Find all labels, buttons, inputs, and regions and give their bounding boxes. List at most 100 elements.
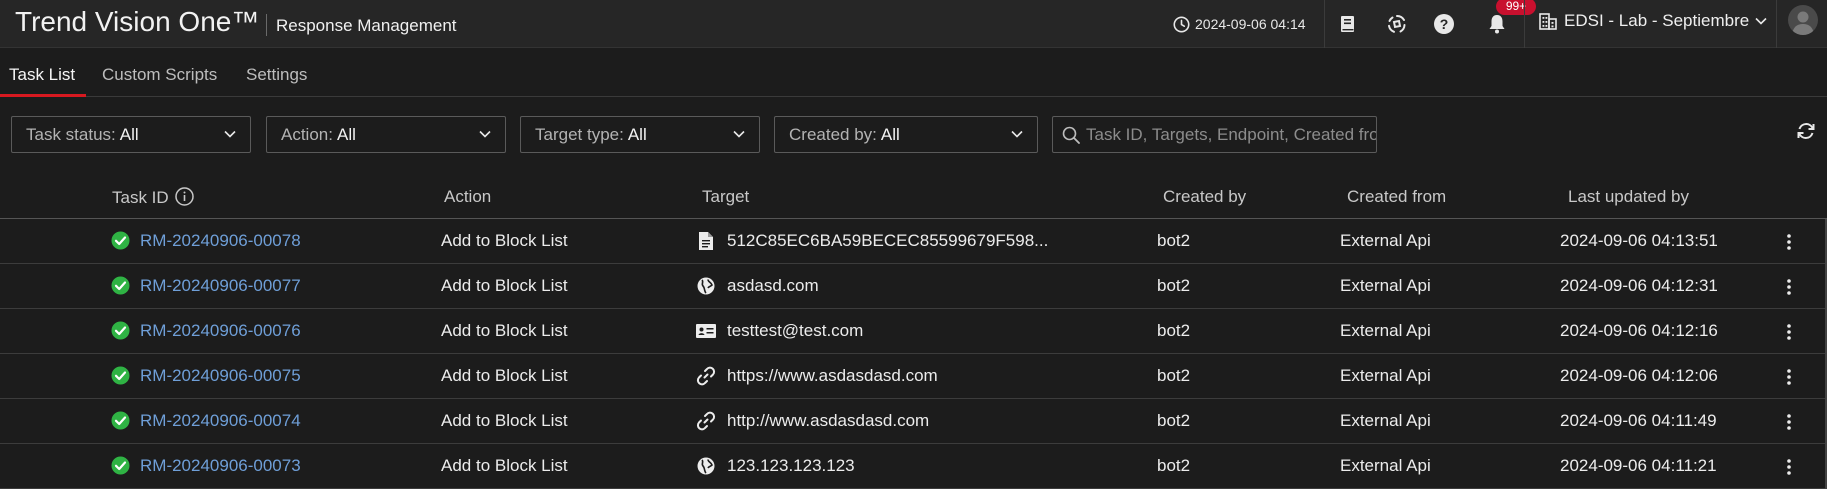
- action-cell: Add to Block List: [441, 456, 568, 475]
- brand-title[interactable]: Trend Vision One™: [15, 6, 259, 38]
- search-box[interactable]: [1052, 116, 1377, 153]
- created-by-cell: bot2: [1157, 366, 1191, 385]
- tab-bar: Task List Custom Scripts Settings: [0, 48, 1827, 97]
- app-name: Response Management: [276, 16, 457, 35]
- column-header-action[interactable]: Action: [444, 187, 491, 207]
- more-options-icon[interactable]: [1780, 366, 1798, 388]
- link-icon: [695, 411, 717, 431]
- task-id-link[interactable]: RM-20240906-00075: [140, 366, 301, 386]
- created-from-cell: External Api: [1340, 276, 1431, 295]
- table-header: Task ID Action Target Created by Created…: [0, 175, 1827, 219]
- action-cell: Add to Block List: [441, 411, 568, 430]
- help-icon[interactable]: ?: [1430, 10, 1458, 38]
- ai-assistant-icon[interactable]: [1383, 10, 1411, 38]
- success-status-icon: [111, 366, 130, 385]
- target-cell[interactable]: http://www.asdasdasd.com: [727, 411, 929, 431]
- filter-label: Target type:: [535, 124, 624, 144]
- server-time: 2024-09-06 04:14: [1173, 0, 1324, 48]
- filter-value: All: [880, 124, 900, 144]
- refresh-icon[interactable]: [1795, 120, 1817, 142]
- task-id-link[interactable]: RM-20240906-00074: [140, 411, 301, 431]
- more-options-icon[interactable]: [1780, 411, 1798, 433]
- success-status-icon: [111, 456, 130, 475]
- file-icon: [695, 231, 717, 251]
- active-tab-indicator: [0, 94, 86, 97]
- success-status-icon: [111, 276, 130, 295]
- last-updated-cell: 2024-09-06 04:11:21: [1560, 456, 1717, 475]
- divider: [1776, 0, 1777, 48]
- task-id-link[interactable]: RM-20240906-00076: [140, 321, 301, 341]
- link-icon: [695, 366, 717, 386]
- tenant-name: EDSI - Lab - Septiembre: [1564, 11, 1750, 30]
- target-cell[interactable]: testtest@test.com: [727, 321, 863, 341]
- action-cell: Add to Block List: [441, 231, 568, 250]
- timestamp: 2024-09-06 04:14: [1195, 16, 1306, 32]
- filter-task-status[interactable]: Task status: All: [11, 116, 251, 153]
- tab-custom-scripts[interactable]: Custom Scripts: [102, 65, 217, 85]
- more-options-icon[interactable]: [1780, 321, 1798, 343]
- filter-label: Task status:: [26, 124, 116, 144]
- created-from-cell: External Api: [1340, 456, 1431, 475]
- created-by-cell: bot2: [1157, 456, 1191, 475]
- table-row[interactable]: RM-20240906-00075 Add to Block List https:…: [0, 354, 1827, 399]
- success-status-icon: [111, 231, 130, 250]
- target-cell[interactable]: 123.123.123.123: [727, 456, 855, 476]
- divider: [1524, 0, 1525, 48]
- table-row[interactable]: RM-20240906-00077 Add to Block List asdasd…: [0, 264, 1827, 309]
- table-row[interactable]: RM-20240906-00073 Add to Block List 123.12…: [0, 444, 1827, 489]
- created-by-cell: bot2: [1157, 276, 1191, 295]
- action-cell: Add to Block List: [441, 366, 568, 385]
- avatar[interactable]: [1788, 5, 1818, 35]
- task-id-link[interactable]: RM-20240906-00073: [140, 456, 301, 476]
- column-header-created-from[interactable]: Created from: [1347, 187, 1446, 207]
- globe-icon: [695, 456, 717, 476]
- chevron-down-icon: [479, 130, 491, 138]
- last-updated-cell: 2024-09-06 04:12:06: [1560, 366, 1718, 385]
- success-status-icon: [111, 321, 130, 340]
- more-options-icon[interactable]: [1780, 231, 1798, 253]
- more-options-icon[interactable]: [1780, 276, 1798, 298]
- column-header-created-by[interactable]: Created by: [1163, 187, 1246, 207]
- tenant-switcher[interactable]: EDSI - Lab - Septiembre: [1538, 0, 1767, 42]
- target-cell[interactable]: 512C85EC6BA59BECEC85599679F598...: [727, 231, 1048, 251]
- table-row[interactable]: RM-20240906-00074 Add to Block List http:/…: [0, 399, 1827, 444]
- target-cell[interactable]: asdasd.com: [727, 276, 819, 296]
- clock-icon: [1173, 15, 1190, 33]
- filter-created-by[interactable]: Created by: All: [774, 116, 1038, 153]
- created-by-cell: bot2: [1157, 321, 1191, 340]
- search-icon: [1062, 126, 1080, 144]
- notification-badge[interactable]: 99+: [1496, 0, 1536, 15]
- task-id-link[interactable]: RM-20240906-00078: [140, 231, 301, 251]
- table-row[interactable]: RM-20240906-00076 Add to Block List testte…: [0, 309, 1827, 354]
- last-updated-cell: 2024-09-06 04:13:51: [1560, 231, 1718, 250]
- filter-action[interactable]: Action: All: [266, 116, 506, 153]
- filter-value: All: [119, 124, 139, 144]
- filter-target-type[interactable]: Target type: All: [520, 116, 760, 153]
- more-options-icon[interactable]: [1780, 456, 1798, 478]
- task-id-link[interactable]: RM-20240906-00077: [140, 276, 301, 296]
- column-header-target[interactable]: Target: [702, 187, 749, 207]
- filter-label: Action:: [281, 124, 333, 144]
- column-header-task-id[interactable]: Task ID: [112, 187, 194, 211]
- created-by-cell: bot2: [1157, 231, 1191, 250]
- action-cell: Add to Block List: [441, 276, 568, 295]
- created-from-cell: External Api: [1340, 231, 1431, 250]
- search-input[interactable]: [1086, 124, 1376, 145]
- target-cell[interactable]: https://www.asdasdasd.com: [727, 366, 938, 386]
- filter-value: All: [336, 124, 356, 144]
- table-row[interactable]: RM-20240906-00078 Add to Block List 512C85…: [0, 219, 1827, 264]
- last-updated-cell: 2024-09-06 04:12:16: [1560, 321, 1718, 340]
- created-from-cell: External Api: [1340, 366, 1431, 385]
- column-label: Task ID: [112, 188, 169, 207]
- info-icon[interactable]: [174, 187, 194, 211]
- success-status-icon: [111, 411, 130, 430]
- last-updated-cell: 2024-09-06 04:11:49: [1560, 411, 1717, 430]
- tab-task-list[interactable]: Task List: [9, 65, 75, 85]
- docs-icon[interactable]: [1334, 10, 1362, 38]
- created-from-cell: External Api: [1340, 321, 1431, 340]
- column-header-last-updated-by[interactable]: Last updated by: [1568, 187, 1689, 207]
- chevron-down-icon: [733, 130, 745, 138]
- tab-settings[interactable]: Settings: [246, 65, 307, 85]
- brand-divider: [266, 14, 267, 36]
- divider: [1324, 0, 1325, 48]
